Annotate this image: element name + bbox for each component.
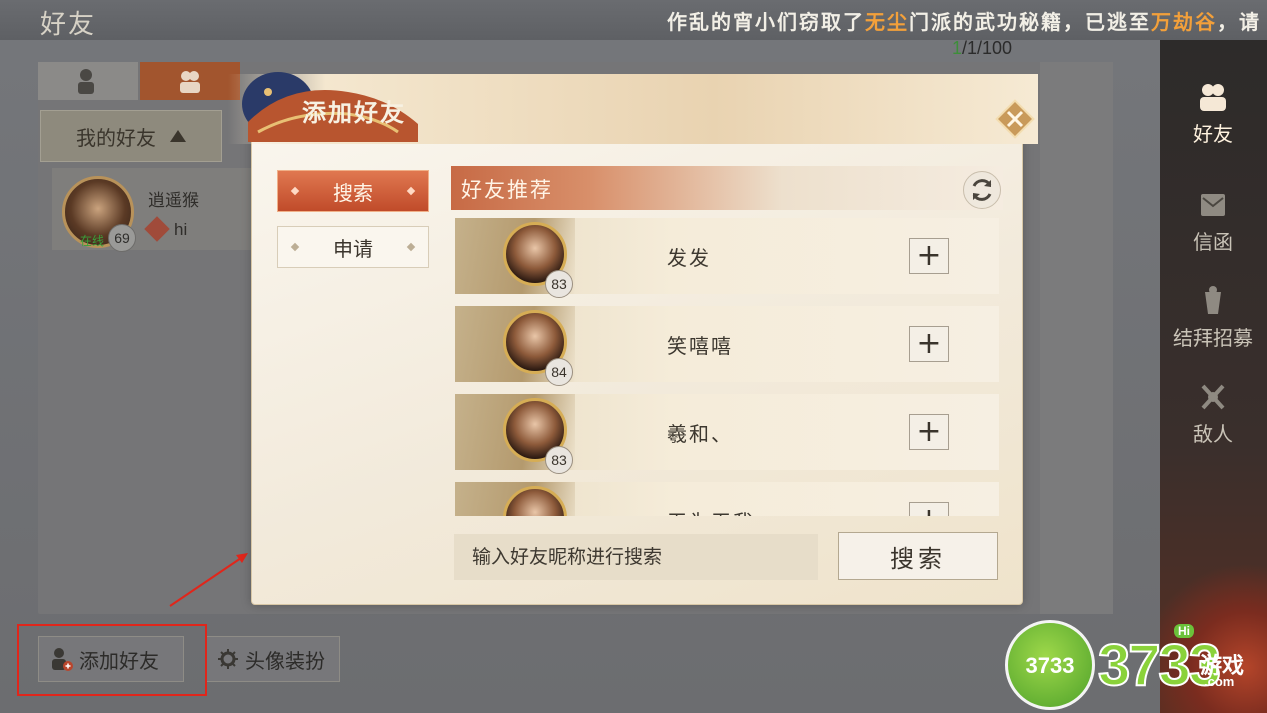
level-badge: 83: [545, 446, 573, 474]
nav-letters-label: 信函: [1193, 230, 1233, 254]
friend-name: 逍遥猴: [148, 191, 199, 211]
recommend-title: 好友推荐: [461, 178, 553, 202]
add-friend-plus-button[interactable]: +: [909, 502, 949, 516]
friend-count: 1/1/100: [952, 38, 1013, 58]
nav-sworn-recruit-label: 结拜招募: [1173, 326, 1253, 350]
plus-icon: +: [916, 238, 942, 273]
player-name: 无为无我: [667, 506, 755, 516]
add-friend-plus-button[interactable]: +: [909, 414, 949, 450]
annotation-highlight-box: [17, 624, 207, 696]
watermark-logo: 3733: [1005, 620, 1095, 710]
friend-online-status: 在线: [80, 234, 105, 248]
person-icon: [78, 69, 94, 94]
avatar-dress-button[interactable]: 头像装扮: [206, 636, 340, 682]
level-badge: 84: [545, 358, 573, 386]
avatar-dress-label: 头像装扮: [245, 648, 325, 673]
add-friend-plus-button[interactable]: +: [909, 238, 949, 274]
add-friend-plus-button[interactable]: +: [909, 326, 949, 362]
tab-deco-left: [290, 186, 300, 196]
plus-icon: +: [916, 505, 941, 517]
plus-icon: +: [916, 326, 942, 361]
nav-friends-label: 好友: [1193, 122, 1233, 146]
player-name: 羲和、: [667, 422, 733, 446]
recommend-row: 84 笑嘻嘻 +: [455, 306, 999, 386]
letter-icon: [1201, 194, 1225, 216]
tab-deco-right: [406, 242, 416, 252]
friends-icon: [1200, 84, 1226, 111]
watermark-domain: .com: [1204, 674, 1235, 689]
message-icon: [144, 216, 170, 242]
dialog-title: 添加好友: [302, 98, 406, 127]
friends-icon: [180, 71, 200, 93]
friends-top-tabs: [38, 62, 240, 100]
sworn-recruit-icon: [1205, 286, 1221, 314]
tab-friends[interactable]: [140, 62, 240, 100]
watermark-logo-text: 3733: [1025, 653, 1075, 678]
friend-level-badge: 69: [108, 224, 136, 252]
page-title: 好友: [40, 10, 97, 40]
tab-requests-label: 申请: [333, 236, 373, 261]
level-badge: 83: [545, 270, 573, 298]
recommend-row: 无为无我 +: [455, 482, 999, 516]
player-name: 笑嘻嘻: [667, 334, 733, 358]
friend-last-message: hi: [174, 220, 188, 239]
tab-deco-right: [406, 186, 416, 196]
recommend-row: 83 发发 +: [455, 218, 999, 298]
close-icon[interactable]: [994, 98, 1036, 140]
refresh-icon[interactable]: [963, 171, 1001, 209]
gear-icon: [218, 649, 238, 669]
tab-deco-left: [290, 242, 300, 252]
tab-requests[interactable]: 申请: [277, 226, 429, 268]
enemy-icon: [1201, 384, 1225, 410]
tab-contacts[interactable]: [38, 62, 138, 100]
recommend-list[interactable]: 83 发发 + 84 笑嘻嘻 + 83 羲和、 + 无为无我 +: [451, 214, 1003, 516]
search-input[interactable]: [454, 534, 818, 580]
nav-friends[interactable]: 好友: [1163, 76, 1263, 168]
my-friends-group[interactable]: 我的好友: [40, 110, 222, 162]
friends-panel-right-strip: [1040, 62, 1113, 614]
scrolling-notice: 作乱的宵小们窃取了无尘门派的武功秘籍，已逃至万劫谷，请: [667, 10, 1261, 34]
tab-search[interactable]: 搜索: [277, 170, 429, 212]
collapse-triangle-icon: [170, 130, 186, 142]
recommend-row: 83 羲和、 +: [455, 394, 999, 474]
tab-search-label: 搜索: [333, 180, 373, 205]
nav-enemies[interactable]: 敌人: [1163, 380, 1263, 447]
plus-icon: +: [916, 414, 942, 449]
my-friends-label: 我的好友: [76, 125, 156, 150]
nav-letters[interactable]: 信函: [1163, 188, 1263, 255]
nav-enemies-label: 敌人: [1193, 422, 1233, 446]
player-name: 发发: [667, 246, 711, 270]
search-button[interactable]: 搜索: [838, 532, 998, 580]
nav-sworn-recruit[interactable]: 结拜招募: [1163, 284, 1263, 351]
